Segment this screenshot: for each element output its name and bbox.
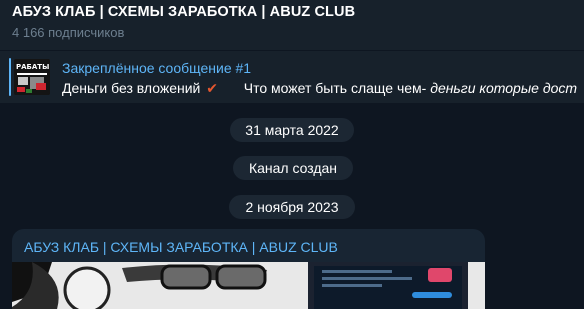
date-separator-first: 31 марта 2022 — [230, 118, 354, 142]
post-author[interactable]: АБУЗ КЛАБ | СХЕМЫ ЗАРАБОТКА | ABUZ CLUB — [24, 239, 338, 255]
pinned-preview-italic: деньги которые дост — [430, 80, 578, 96]
pinned-preview-tail: Что может быть слаще чем- — [243, 80, 427, 96]
check-mark-icon: ✔ — [206, 80, 218, 96]
date-separator-second: 2 ноября 2023 — [229, 195, 355, 219]
channel-post[interactable]: АБУЗ КЛАБ | СХЕМЫ ЗАРАБОТКА | ABUZ CLUB — [12, 229, 485, 309]
pinned-message-bar[interactable]: РАБАТЫВАІ Закреплённое сообщение #1 День… — [0, 51, 584, 103]
pinned-indicator — [9, 58, 11, 96]
service-message-channel-created: Канал создан — [233, 156, 353, 180]
subscriber-count: 4 166 подписчиков — [12, 25, 125, 40]
pinned-thumb-caption: РАБАТЫВАІ — [16, 63, 50, 71]
pinned-preview: Деньги без вложений ✔ Что может быть сла… — [62, 80, 577, 97]
pinned-title[interactable]: Закреплённое сообщение #1 — [62, 60, 251, 76]
pinned-preview-text: Деньги без вложений — [62, 80, 201, 96]
channel-header[interactable]: АБУЗ КЛАБ | СХЕМЫ ЗАРАБОТКА | ABUZ CLUB … — [0, 0, 584, 50]
channel-title[interactable]: АБУЗ КЛАБ | СХЕМЫ ЗАРАБОТКА | ABUZ CLUB — [12, 4, 355, 20]
pinned-thumbnail-image: РАБАТЫВАІ — [14, 59, 50, 95]
pinned-thumbnail[interactable]: РАБАТЫВАІ — [14, 59, 50, 95]
